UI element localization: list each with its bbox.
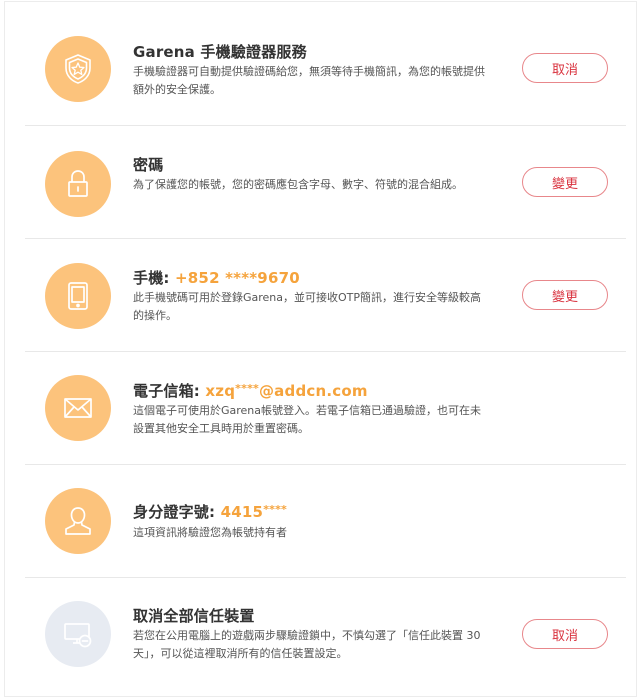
envelope-icon bbox=[45, 375, 111, 441]
email-mask: **** bbox=[235, 382, 259, 395]
phone-label: 手機: bbox=[133, 269, 176, 287]
user-icon bbox=[45, 488, 111, 554]
change-password-button[interactable]: 變更 bbox=[522, 167, 608, 197]
id-number-mask: **** bbox=[263, 503, 287, 516]
phone-title: 手機: +852 ****9670 bbox=[133, 267, 300, 288]
trusted-devices-row: 取消全部信任裝置 若您在公用電腦上的遊戲兩步驟驗證鎖中，不慎勾選了「信任此裝置 … bbox=[25, 578, 626, 696]
email-title: 電子信箱: xzq****@addcn.com bbox=[133, 380, 368, 401]
tablet-icon bbox=[45, 263, 111, 329]
phone-number: +852 ****9670 bbox=[175, 269, 300, 287]
email-local-part: xzq bbox=[205, 382, 236, 400]
device-remove-icon bbox=[45, 601, 111, 667]
authenticator-description: 手機驗證器可自動提供驗證碼給您，無須等待手機簡訊，為您的帳號提供額外的安全保護。 bbox=[133, 65, 485, 96]
email-label: 電子信箱: bbox=[133, 382, 206, 400]
email-domain: @addcn.com bbox=[258, 382, 368, 400]
lock-icon bbox=[45, 151, 111, 217]
password-description: 為了保護您的帳號，您的密碼應包含字母、數字、符號的混合組成。 bbox=[133, 178, 463, 191]
email-row: 電子信箱: xzq****@addcn.com 這個電子可使用於Garena帳號… bbox=[25, 352, 626, 465]
authenticator-row: Garena 手機驗證器服務 手機驗證器可自動提供驗證碼給您，無須等待手機簡訊，… bbox=[25, 2, 626, 126]
cancel-trusted-devices-button[interactable]: 取消 bbox=[522, 619, 608, 649]
security-settings-panel: Garena 手機驗證器服務 手機驗證器可自動提供驗證碼給您，無須等待手機簡訊，… bbox=[4, 1, 637, 697]
password-title: 密碼 bbox=[133, 156, 164, 174]
trusted-devices-description: 若您在公用電腦上的遊戲兩步驟驗證鎖中，不慎勾選了「信任此裝置 30 天」，可以從… bbox=[133, 629, 481, 660]
id-number-row: 身分證字號: 4415**** 這項資訊將驗證您為帳號持有者 bbox=[25, 465, 626, 578]
id-number-title: 身分證字號: 4415**** bbox=[133, 501, 287, 522]
email-description: 這個電子可使用於Garena帳號登入。若電子信箱已通過驗證，也可在未設置其他安全… bbox=[133, 404, 482, 435]
password-row: 密碼 為了保護您的帳號，您的密碼應包含字母、數字、符號的混合組成。 變更 bbox=[25, 126, 626, 239]
id-number-label: 身分證字號: bbox=[133, 503, 221, 521]
id-number-prefix: 4415 bbox=[220, 503, 264, 521]
change-phone-button[interactable]: 變更 bbox=[522, 280, 608, 310]
authenticator-title: Garena 手機驗證器服務 bbox=[133, 43, 307, 61]
shield-icon bbox=[45, 36, 111, 102]
trusted-devices-title: 取消全部信任裝置 bbox=[133, 607, 255, 625]
phone-description: 此手機號碼可用於登錄Garena，並可接收OTP簡訊，進行安全等級較高的操作。 bbox=[133, 291, 482, 322]
phone-row: 手機: +852 ****9670 此手機號碼可用於登錄Garena，並可接收O… bbox=[25, 239, 626, 352]
id-number-description: 這項資訊將驗證您為帳號持有者 bbox=[133, 526, 287, 539]
cancel-authenticator-button[interactable]: 取消 bbox=[522, 53, 608, 83]
